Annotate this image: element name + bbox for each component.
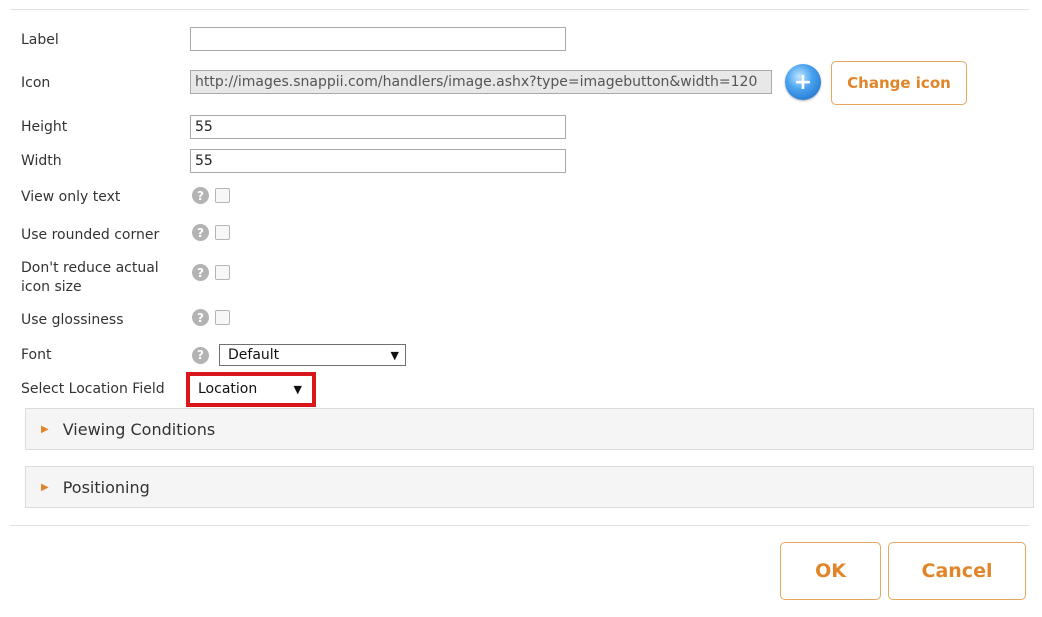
use-rounded-corner-label: Use rounded corner	[21, 227, 160, 243]
help-icon[interactable]: ?	[192, 224, 209, 241]
width-input[interactable]	[190, 149, 566, 173]
help-icon[interactable]: ?	[192, 187, 209, 204]
globe-plus-icon: +	[785, 64, 821, 100]
help-icon[interactable]: ?	[192, 346, 209, 364]
change-icon-button[interactable]: Change icon	[831, 61, 967, 105]
section-positioning[interactable]: ▶ Positioning	[25, 466, 1034, 508]
dropdown-arrow-icon: ▼	[390, 348, 399, 362]
use-glossiness-label: Use glossiness	[21, 312, 124, 328]
view-only-text-checkbox[interactable]	[215, 188, 230, 203]
dont-reduce-label-line1: Don't reduce actual	[21, 260, 159, 276]
expand-arrow-icon: ▶	[41, 481, 49, 493]
view-only-text-label: View only text	[21, 189, 121, 205]
font-select[interactable]: Default ▼	[219, 344, 406, 366]
label-field-label: Label	[21, 32, 59, 48]
font-field-label: Font	[21, 347, 52, 363]
icon-url-input[interactable]	[190, 70, 772, 94]
width-field-label: Width	[21, 153, 62, 169]
icon-field-label: Icon	[21, 75, 51, 91]
help-icon[interactable]: ?	[192, 264, 209, 281]
label-input[interactable]	[190, 27, 566, 51]
location-select-highlight	[186, 372, 316, 407]
dont-reduce-label-line2: icon size	[21, 279, 82, 295]
use-rounded-corner-checkbox[interactable]	[215, 225, 230, 240]
font-select-value: Default	[228, 347, 280, 363]
location-field-label: Select Location Field	[21, 381, 165, 397]
top-divider	[10, 9, 1029, 10]
section-viewing-conditions[interactable]: ▶ Viewing Conditions	[25, 408, 1034, 450]
use-glossiness-checkbox[interactable]	[215, 310, 230, 325]
height-field-label: Height	[21, 119, 68, 135]
help-icon[interactable]: ?	[192, 309, 209, 326]
dont-reduce-checkbox[interactable]	[215, 265, 230, 280]
section-title: Positioning	[62, 477, 150, 497]
height-input[interactable]	[190, 115, 566, 139]
ok-button[interactable]: OK	[780, 542, 881, 600]
footer-divider	[10, 525, 1029, 526]
expand-arrow-icon: ▶	[41, 423, 49, 435]
section-title: Viewing Conditions	[62, 419, 216, 439]
cancel-button[interactable]: Cancel	[888, 542, 1026, 600]
